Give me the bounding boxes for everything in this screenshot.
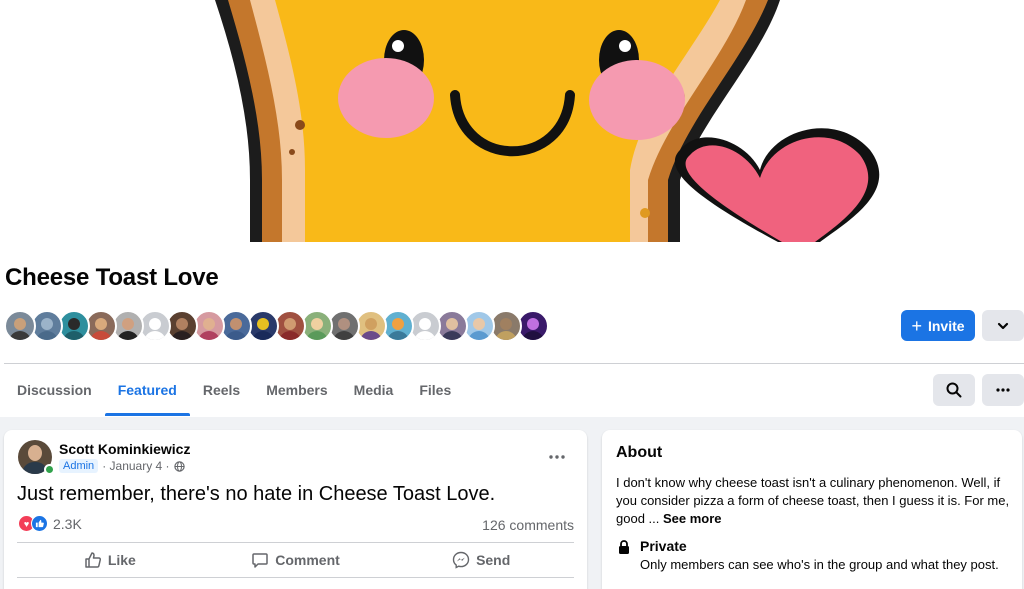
privacy-description: Only members can see who's in the group … — [640, 557, 999, 572]
privacy-title: Private — [640, 538, 687, 554]
post-date[interactable]: · January 4 · — [102, 459, 169, 473]
member-avatar[interactable] — [4, 310, 36, 342]
group-header: Cheese Toast Love + Invite Discussion Fea… — [0, 242, 1024, 417]
member-avatars[interactable] — [4, 310, 549, 342]
comment-icon — [252, 553, 268, 568]
chevron-down-icon — [997, 322, 1009, 329]
post-text: Just remember, there's no hate in Cheese… — [17, 483, 496, 505]
more-dots-icon — [549, 455, 565, 459]
send-button[interactable]: Send — [388, 543, 574, 577]
tab-featured[interactable]: Featured — [104, 364, 190, 416]
messenger-icon — [452, 551, 470, 569]
group-tabs: Discussion Featured Reels Members Media Files — [0, 364, 464, 416]
thumbs-up-icon — [85, 552, 101, 568]
reactions-count: 2.3K — [53, 515, 82, 532]
tab-reels[interactable]: Reels — [190, 364, 253, 416]
invite-button[interactable]: + Invite — [901, 310, 975, 341]
more-options-button[interactable] — [982, 310, 1024, 341]
tab-files[interactable]: Files — [406, 364, 464, 416]
invite-label: Invite — [927, 317, 965, 334]
comment-button[interactable]: Comment — [203, 543, 389, 577]
plus-icon: + — [911, 315, 922, 336]
post-actions: Like Comment Send — [17, 543, 574, 577]
tab-members[interactable]: Members — [253, 364, 340, 416]
about-card: About I don't know why cheese toast isn'… — [602, 430, 1022, 589]
post-meta: Admin · January 4 · — [59, 459, 185, 473]
admin-badge: Admin — [59, 459, 99, 473]
send-label: Send — [476, 552, 511, 568]
reactions-summary[interactable]: ♥ 2.3K — [18, 515, 82, 532]
group-title[interactable]: Cheese Toast Love — [5, 264, 219, 292]
cheese-toast-illustration — [215, 0, 880, 242]
more-dots-icon — [996, 388, 1010, 392]
like-label: Like — [107, 552, 136, 568]
featured-post: Scott Kominkiewicz Admin · January 4 · J… — [4, 430, 587, 589]
like-reaction-icon — [31, 515, 48, 532]
lock-icon — [619, 540, 629, 554]
group-menu-button[interactable] — [982, 374, 1024, 406]
comment-label: Comment — [275, 552, 340, 568]
see-more-link[interactable]: See more — [663, 511, 722, 526]
online-status-dot — [44, 464, 55, 475]
globe-icon — [173, 460, 185, 472]
search-button[interactable] — [933, 374, 975, 406]
tab-discussion[interactable]: Discussion — [0, 364, 105, 416]
cover-photo[interactable] — [0, 0, 1024, 242]
like-button[interactable]: Like — [17, 543, 203, 577]
search-icon — [946, 382, 962, 398]
about-title: About — [616, 444, 663, 461]
tab-media[interactable]: Media — [341, 364, 407, 416]
about-description: I don't know why cheese toast isn't a cu… — [616, 474, 1014, 528]
post-author[interactable]: Scott Kominkiewicz — [59, 441, 190, 457]
comments-count[interactable]: 126 comments — [482, 517, 574, 533]
post-options-button[interactable] — [549, 446, 565, 464]
post-divider — [17, 577, 574, 578]
